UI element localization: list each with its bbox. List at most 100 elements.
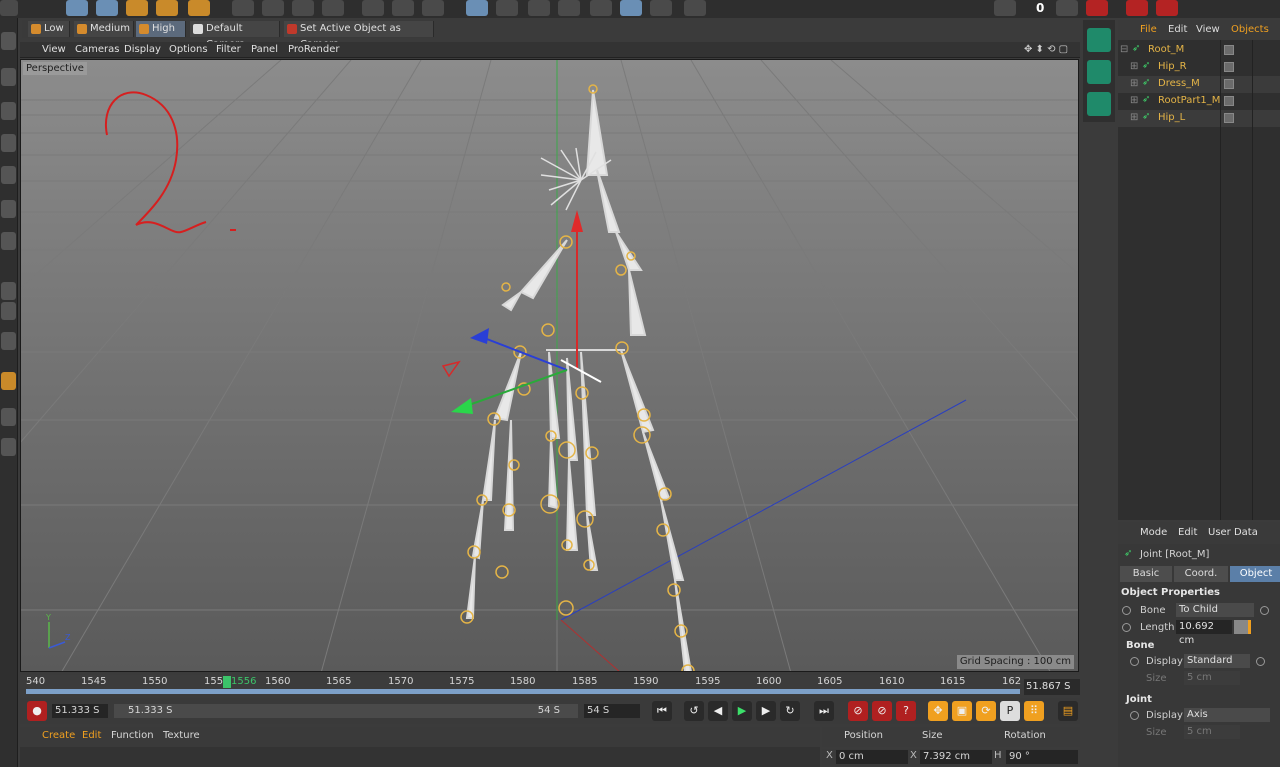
visibility-icon[interactable] [1224,45,1234,55]
size-x-field[interactable]: 7.392 cm [920,750,992,764]
select-tool-icon[interactable] [66,0,88,16]
quality-low-button[interactable]: Low [28,21,70,37]
menu-texture[interactable]: Texture [163,730,200,741]
menu-create[interactable]: Create [42,730,75,741]
record-scale-button[interactable]: ▣ [952,701,972,721]
record-pla-button[interactable]: ⠿ [1024,701,1044,721]
keyframe-selection-button[interactable]: ? [896,701,916,721]
object-row[interactable]: ⊞ ➶ Hip_L [1118,110,1280,127]
bone-extra-radio[interactable] [1260,606,1269,615]
edges-mode-icon[interactable] [1,200,16,218]
keyframe-icon[interactable] [1056,0,1078,16]
expand-icon[interactable]: ⊞ [1130,112,1138,123]
visibility-icon[interactable] [1224,79,1234,89]
menu-edit[interactable]: Edit [1178,527,1197,538]
camera-icon[interactable] [650,0,672,16]
locked-workplane-icon[interactable] [1,408,16,426]
sort-icon[interactable] [994,0,1016,16]
bone-dropdown[interactable]: To Child [1176,603,1254,617]
timeline-end-field[interactable]: 51.867 S [1024,679,1080,695]
go-to-end-button[interactable]: ⏭ [814,701,834,721]
play-button[interactable]: ▶ [732,701,752,721]
record-button[interactable]: ● [27,701,47,721]
set-active-camera-button[interactable]: Set Active Object as Camera [284,21,434,50]
timeline-playhead[interactable] [223,676,231,688]
display-radio[interactable] [1130,657,1139,666]
previous-key-button[interactable]: ↺ [684,701,704,721]
tab-object[interactable]: Object [1230,566,1280,582]
visibility-icon[interactable] [1224,96,1234,106]
x-axis-icon[interactable] [232,0,254,16]
record-position-button[interactable]: ✥ [928,701,948,721]
menu-mode[interactable]: Mode [1140,527,1167,538]
record-icon[interactable] [1086,0,1108,16]
tab-basic[interactable]: Basic [1120,566,1172,582]
expand-icon[interactable]: ⊞ [1130,95,1138,106]
light-icon[interactable] [684,0,706,16]
magnet-icon[interactable] [1,372,16,390]
menu-file[interactable]: File [1140,24,1157,35]
length-field[interactable]: 10.692 cm [1176,620,1232,646]
coordinate-system-icon[interactable] [322,0,344,16]
joint-display-radio[interactable] [1130,711,1139,720]
expand-icon[interactable]: ⊞ [1130,61,1138,72]
bone-size-field[interactable]: 5 cm [1184,671,1240,685]
workplane-icon[interactable] [1,134,16,152]
y-axis-icon[interactable] [262,0,284,16]
deformer-icon[interactable] [590,0,612,16]
render-view-icon[interactable] [362,0,384,16]
menu-edit[interactable]: Edit [82,730,101,741]
menu-options[interactable]: Options [169,43,208,57]
rotate-tool-icon[interactable] [156,0,178,16]
character-icon[interactable] [1087,28,1111,52]
move-tool-icon[interactable] [96,0,118,16]
mouse-icon[interactable] [1,302,16,320]
perspective-viewport[interactable]: Y Z Perspective Grid Spacing : 100 cm [20,59,1079,672]
record-active-button[interactable]: ⊘ [848,701,868,721]
display-extra-radio[interactable] [1256,657,1265,666]
current-time-field[interactable]: 51.333 S [52,704,108,718]
autokey-button[interactable]: ⊘ [872,701,892,721]
expand-icon[interactable]: ⊟ [1120,44,1128,55]
undo-icon[interactable] [0,0,18,16]
interpolation-button[interactable]: ▤ [1058,701,1078,721]
viewport-nav-icon[interactable]: ✥ ⬍ ⟲ ▢ [1024,43,1068,57]
tab-coord[interactable]: Coord. [1174,566,1228,582]
visibility-icon[interactable] [1224,113,1234,123]
length-radio[interactable] [1122,623,1131,632]
scale-tool-icon[interactable] [126,0,148,16]
rotation-h-field[interactable]: 90 ° [1006,750,1078,764]
object-row[interactable]: ⊞ ➶ RootPart1_M [1118,93,1280,110]
position-x-field[interactable]: 0 cm [836,750,908,764]
array-icon[interactable] [558,0,580,16]
object-row[interactable]: ⊞ ➶ Hip_R [1118,59,1280,76]
material-area[interactable] [20,747,820,767]
axis-mode-icon[interactable] [1,282,16,300]
quality-high-button[interactable]: High [136,21,186,37]
menu-view[interactable]: View [42,43,66,57]
joint-display-dropdown[interactable]: Axis [1184,708,1270,722]
points-mode-icon[interactable] [1,166,16,184]
pen-icon[interactable] [496,0,518,16]
go-to-start-button[interactable]: ⏮ [652,701,672,721]
menu-function[interactable]: Function [111,730,154,741]
joint-icon[interactable] [1087,60,1111,84]
length-slider-handle[interactable] [1248,620,1251,634]
texture-mode-icon[interactable] [1,102,16,120]
layout-icon[interactable] [1126,0,1148,16]
record-rotation-button[interactable]: ⟳ [976,701,996,721]
subdivision-icon[interactable] [528,0,550,16]
timeline[interactable]: 540 1545 1550 1555 1556 1560 1565 1570 1575 1580 1… [20,675,1080,695]
timeline-track[interactable] [26,689,1020,694]
menu-prorender[interactable]: ProRender [288,43,339,57]
menu-objects[interactable]: Objects [1231,24,1269,35]
menu-view[interactable]: View [1196,24,1220,35]
model-mode-icon[interactable] [1,68,16,86]
menu-edit[interactable]: Edit [1168,24,1187,35]
polygons-mode-icon[interactable] [1,232,16,250]
joint-size-field[interactable]: 5 cm [1184,725,1240,739]
menu-display[interactable]: Display [124,43,161,57]
previous-frame-button[interactable]: ◀ [708,701,728,721]
floor-icon[interactable] [620,0,642,16]
planar-workplane-icon[interactable] [1,438,16,456]
